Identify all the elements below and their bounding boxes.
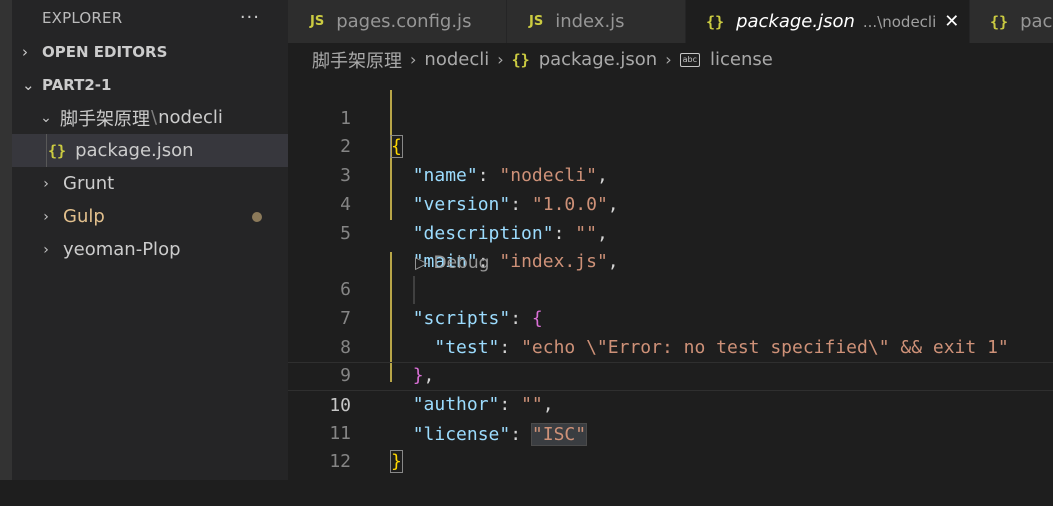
tab-package-json-2[interactable]: {} pack (970, 0, 1053, 43)
chevron-right-icon: › (43, 208, 49, 225)
code-line: 8 }, (288, 305, 1053, 387)
tab-label: pages.config.js (336, 11, 472, 32)
modified-dot-icon (252, 212, 262, 222)
string-property-icon: abc (679, 52, 701, 67)
code-line: 4 "description": "", (288, 162, 1053, 244)
code-line: 3 "version": "1.0.0", (288, 133, 1053, 215)
explorer-sidebar: EXPLORER ··· › OPEN EDITORS ⌄ PART2-1 ⌄ … (12, 0, 288, 480)
breadcrumb-separator: › (665, 50, 672, 69)
tree-folder-yeoman-plop[interactable]: › yeoman-Plop (12, 233, 288, 266)
breadcrumb-item[interactable]: nodecli (424, 49, 489, 70)
tree-item-label: yeoman-Plop (63, 239, 181, 260)
json-file-icon: {} (990, 12, 1009, 31)
tree-item-label: Grunt (63, 173, 115, 194)
tree-item-package-json[interactable]: {} package.json (12, 134, 288, 167)
code-line: 9 "author": "", (288, 334, 1053, 415)
code-line: 12 (288, 420, 1053, 472)
breadcrumb-item[interactable]: license (710, 49, 773, 70)
breadcrumb-separator: › (497, 50, 504, 69)
code-line: 2 "name": "nodecli", (288, 105, 1053, 186)
breadcrumb-item[interactable]: package.json (539, 49, 658, 70)
chevron-right-icon: › (43, 241, 49, 258)
tab-package-json[interactable]: {} package.json ...\nodecli ✕ (686, 0, 970, 43)
close-brace: } (390, 450, 403, 474)
workspace-label: PART2-1 (42, 75, 112, 94)
folder-separator: \ (151, 107, 158, 128)
codelens-line: ▷ Debug (288, 220, 1053, 273)
breadcrumb-item[interactable]: 脚手架原理 (312, 47, 402, 73)
explorer-title: EXPLORER (42, 8, 123, 27)
json-file-icon: {} (706, 12, 725, 31)
tree-item-label: Gulp (63, 206, 105, 227)
breadcrumb-separator: › (410, 50, 417, 69)
folder-name: 脚手架原理 (60, 108, 150, 130)
tree-folder-nodecli[interactable]: ⌄ 脚手架原理 \ nodecli (12, 101, 288, 134)
code-line: 6 "scripts": { (288, 248, 1053, 329)
code-line-current: 10 "license": "ISC" (288, 362, 1053, 446)
chevron-right-icon: › (43, 175, 49, 192)
tree-item-label: package.json (75, 140, 194, 161)
line-number: 12 (329, 451, 351, 473)
chevron-down-icon: ⌄ (40, 109, 52, 126)
tab-label: pack (1020, 11, 1053, 32)
folder-subname: nodecli (158, 107, 223, 128)
code-line: 7 "test": "echo \"Error: no test specifi… (288, 276, 1053, 358)
activity-bar (0, 0, 12, 480)
js-file-icon: JS (310, 14, 325, 29)
js-file-icon: JS (529, 14, 544, 29)
code-line: 5 "main": "index.js", (288, 191, 1053, 273)
indent-guide (46, 134, 47, 167)
open-editors-label: OPEN EDITORS (42, 42, 168, 61)
breadcrumb: 脚手架原理 › nodecli › {} package.json › abc … (288, 43, 1053, 76)
editor-tabs: JS pages.config.js JS index.js {} packag… (288, 0, 1053, 43)
tree-folder-grunt[interactable]: › Grunt (12, 167, 288, 200)
more-actions-icon[interactable]: ··· (240, 7, 260, 28)
tab-description: ...\nodecli (862, 12, 937, 31)
workspace-section[interactable]: ⌄ PART2-1 (12, 68, 288, 101)
code-line: 1 { (288, 76, 1053, 159)
tab-index-js[interactable]: JS index.js (507, 0, 686, 43)
chevron-right-icon: › (22, 42, 28, 61)
tab-pages-config-js[interactable]: JS pages.config.js (288, 0, 507, 43)
code-editor[interactable]: 1 { 2 "name": "nodecli", 3 "version": "1… (288, 76, 1053, 480)
close-icon[interactable]: ✕ (944, 11, 959, 32)
tree-folder-gulp[interactable]: › Gulp (12, 200, 288, 233)
open-editors-section[interactable]: › OPEN EDITORS (12, 35, 288, 68)
code-line: 11 } (288, 391, 1053, 474)
chevron-down-icon: ⌄ (22, 75, 35, 94)
explorer-header: EXPLORER ··· (12, 0, 288, 35)
code-text: } (390, 448, 403, 477)
json-file-icon: {} (48, 141, 67, 160)
json-file-icon: {} (511, 50, 530, 69)
tab-label: package.json (736, 11, 855, 32)
tab-label: index.js (555, 11, 625, 32)
